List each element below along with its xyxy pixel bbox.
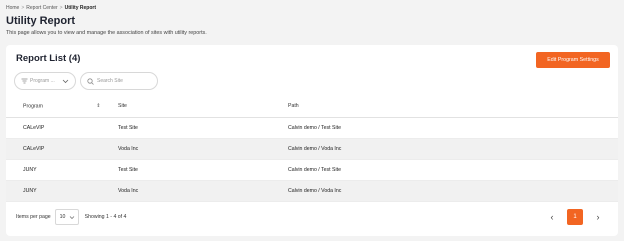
table-header-row: Program ⇕ Site Path [6, 95, 618, 118]
pagination: ‹ 1 › [546, 209, 604, 225]
page-title: Utility Report [6, 15, 76, 27]
cell-site: Voda Inc [118, 138, 288, 160]
column-header-site: Site [118, 95, 288, 118]
showing-count: Showing 1 - 4 of 4 [84, 214, 127, 220]
search-site-field[interactable] [80, 72, 158, 90]
cell-program: CALeVIP [6, 117, 118, 139]
program-filter-dropdown[interactable]: Program ... [14, 72, 76, 90]
table-row[interactable]: CALeVIP Test Site Calvin demo / Test Sit… [6, 117, 618, 139]
report-list-card: Report List (4) Edit Program Settings Pr… [6, 45, 618, 236]
search-icon [87, 77, 94, 85]
page-button-current[interactable]: 1 [567, 209, 583, 225]
chevron-down-icon [62, 79, 69, 84]
cell-path: Calvin demo / Voda Inc [288, 180, 618, 202]
table-footer: Items per page 10 Showing 1 - 4 of 4 [16, 209, 126, 225]
search-site-input[interactable] [97, 78, 157, 84]
cell-path: Calvin demo / Test Site [288, 159, 618, 181]
items-per-page-select[interactable]: 10 [54, 209, 79, 225]
sort-icon[interactable]: ⇕ [96, 103, 100, 109]
breadcrumb-separator: > [21, 5, 25, 11]
table-row[interactable]: JUNY Test Site Calvin demo / Test Site [6, 159, 618, 181]
cell-path: Calvin demo / Test Site [288, 117, 618, 139]
cell-site: Voda Inc [118, 180, 288, 202]
cell-site: Test Site [118, 117, 288, 139]
cell-site: Test Site [118, 159, 288, 181]
breadcrumb-item-current: Utility Report [64, 5, 96, 11]
page-subtitle: This page allows you to view and manage … [6, 30, 207, 36]
program-filter-label: Program ... [30, 78, 55, 84]
items-per-page-value: 10 [59, 214, 66, 220]
report-table: Program ⇕ Site Path CALeVIP Test Site Ca… [6, 95, 618, 202]
edit-program-settings-button[interactable]: Edit Program Settings [536, 52, 610, 68]
cell-path: Calvin demo / Voda Inc [288, 138, 618, 160]
items-per-page-label: Items per page [16, 214, 51, 220]
column-header-program[interactable]: Program ⇕ [6, 95, 118, 118]
breadcrumb-item-home[interactable]: Home [6, 5, 19, 11]
cell-program: JUNY [6, 180, 118, 202]
column-header-path: Path [288, 95, 618, 118]
chevron-left-icon[interactable]: ‹ [546, 212, 558, 222]
breadcrumb: Home > Report Center > Utility Report [6, 5, 96, 11]
table-row[interactable]: JUNY Voda Inc Calvin demo / Voda Inc [6, 180, 618, 202]
chevron-down-icon [70, 215, 75, 219]
breadcrumb-item-report-center[interactable]: Report Center [26, 5, 57, 11]
table-row[interactable]: CALeVIP Voda Inc Calvin demo / Voda Inc [6, 138, 618, 160]
column-header-program-label: Program [23, 102, 43, 109]
breadcrumb-separator: > [59, 5, 63, 11]
cell-program: JUNY [6, 159, 118, 181]
filter-icon [21, 78, 28, 84]
chevron-right-icon[interactable]: › [592, 212, 604, 222]
report-list-title: Report List (4) [16, 53, 81, 64]
cell-program: CALeVIP [6, 138, 118, 160]
